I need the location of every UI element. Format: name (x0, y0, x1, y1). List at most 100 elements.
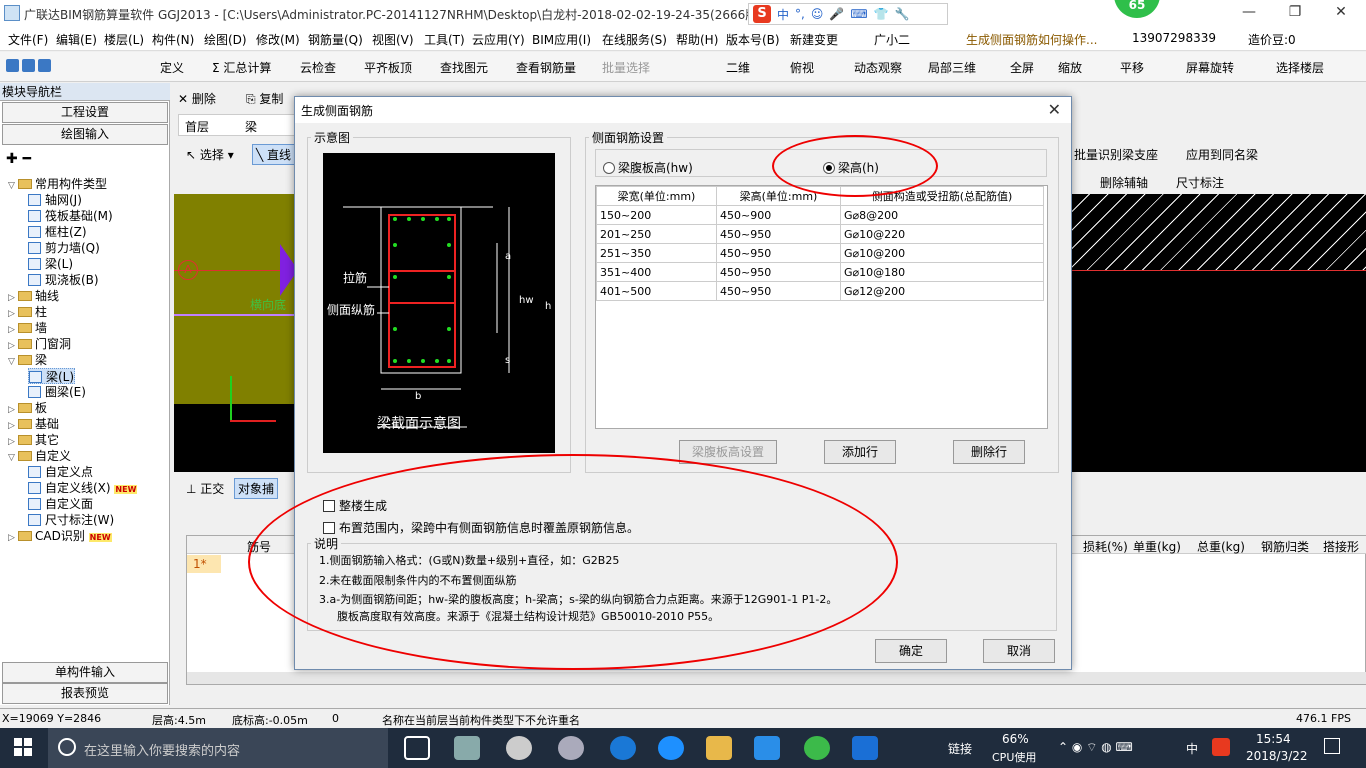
user-phone[interactable]: 13907298339 (1132, 31, 1216, 45)
cell-height[interactable]: 450~950 (716, 224, 841, 244)
cortana-icon[interactable] (58, 738, 76, 756)
table-row[interactable]: 201~250 450~950 G⌀10@220 (596, 224, 1044, 244)
tree-item[interactable]: 圈梁(E) (28, 384, 86, 400)
horizontal-scrollbar[interactable] (187, 672, 1366, 684)
cell-rebar[interactable]: G⌀10@200 (840, 243, 1044, 263)
menu-guangxiaoer[interactable]: 广小二 (874, 31, 910, 48)
tree-item[interactable]: 梁(L) (28, 368, 76, 384)
menu-rebar[interactable]: 钢筋量(Q) (308, 31, 363, 48)
cell-width[interactable]: 150~200 (596, 205, 717, 225)
fullscreen-button[interactable]: 全屏 (1010, 59, 1034, 76)
glodon-app-icon[interactable] (754, 736, 780, 760)
notification-badge[interactable]: 65 (1114, 0, 1160, 18)
browser-360-icon[interactable] (804, 736, 830, 760)
cell-width[interactable]: 201~250 (596, 224, 717, 244)
table-row[interactable]: 251~350 450~950 G⌀10@200 (596, 243, 1044, 263)
menu-component[interactable]: 构件(N) (152, 31, 194, 48)
summary-button[interactable]: Σ 汇总计算 (212, 59, 271, 76)
tree-item[interactable]: ▷ 墙 (8, 320, 47, 336)
define-button[interactable]: 定义 (160, 59, 184, 76)
select-floor-button[interactable]: 选择楼层 (1276, 59, 1324, 76)
ime-item[interactable]: 🔧 (895, 7, 910, 21)
tree-item[interactable]: 轴网(J) (28, 192, 82, 208)
menu-bim[interactable]: BIM应用(I) (532, 31, 591, 48)
menu-file[interactable]: 文件(F) (8, 31, 48, 48)
tree-expander-icon[interactable]: ▽ (8, 450, 18, 466)
report-preview-button[interactable]: 报表预览 (2, 683, 168, 704)
copy-button[interactable]: ⎘ 复制 (246, 90, 283, 107)
tree-item[interactable]: ▽ 梁 (8, 352, 47, 368)
dimension-button[interactable]: 尺寸标注 (1176, 174, 1224, 191)
local-3d-button[interactable]: 局部三维 (928, 59, 976, 76)
tree-item[interactable]: 剪力墙(Q) (28, 240, 100, 256)
ime-item[interactable]: 中 (777, 6, 789, 23)
tree-item[interactable]: 现浇板(B) (28, 272, 99, 288)
tree-item[interactable]: ▷ CAD识别 NEW (8, 528, 112, 544)
tree-item[interactable]: ▷ 轴线 (8, 288, 59, 304)
clock-time[interactable]: 15:54 (1256, 732, 1291, 746)
save-icon[interactable] (38, 59, 51, 72)
web-height-settings-button[interactable]: 梁腹板高设置 (679, 440, 777, 464)
ime-item[interactable]: 🎤 (829, 7, 844, 21)
menu-online[interactable]: 在线服务(S) (602, 31, 667, 48)
2d-dropdown[interactable]: 二维 (726, 59, 750, 76)
tree-item[interactable]: 梁(L) (28, 256, 73, 272)
help-link[interactable]: 生成侧面钢筋如何操作... (966, 31, 1097, 48)
menu-cloud[interactable]: 云应用(Y) (472, 31, 525, 48)
floor-selector[interactable]: 首层 梁 (178, 114, 308, 136)
edge-icon[interactable] (610, 736, 636, 760)
clock-date[interactable]: 2018/3/22 (1246, 749, 1308, 763)
tree-item[interactable]: 筏板基础(M) (28, 208, 113, 224)
ie-icon[interactable] (658, 736, 684, 760)
tree-item[interactable]: ▷ 板 (8, 400, 47, 416)
open-icon[interactable] (22, 59, 35, 72)
tree-expander-icon[interactable]: ▽ (8, 354, 18, 370)
batch-select-button[interactable]: 批量选择 (602, 59, 650, 76)
menu-edit[interactable]: 编辑(E) (56, 31, 97, 48)
add-row-button[interactable]: 添加行 (824, 440, 896, 464)
snap-toggle[interactable]: 对象捕 (234, 478, 279, 499)
table-row[interactable]: 401~500 450~950 G⌀12@200 (596, 281, 1044, 301)
delete-button[interactable]: ✕ 删除 (178, 90, 216, 107)
tree-item[interactable]: ▷ 基础 (8, 416, 59, 432)
notification-icon[interactable] (1324, 738, 1340, 754)
menu-view[interactable]: 视图(V) (372, 31, 414, 48)
tree-item[interactable]: 尺寸标注(W) (28, 512, 114, 528)
delete-row-button[interactable]: 删除行 (953, 440, 1025, 464)
cell-rebar[interactable]: G⌀10@180 (840, 262, 1044, 282)
edge-legacy-icon[interactable] (506, 736, 532, 760)
cell-rebar[interactable]: G⌀12@200 (840, 281, 1044, 301)
maximize-button[interactable]: ❐ (1272, 0, 1318, 27)
ime-item[interactable]: ⌨ (850, 7, 867, 21)
tree-expander-icon[interactable]: ▷ (8, 530, 18, 546)
menu-floor[interactable]: 楼层(L) (104, 31, 144, 48)
batch-identify-button[interactable]: 批量识别梁支座 (1074, 146, 1158, 163)
cell-height[interactable]: 450~950 (716, 281, 841, 301)
cell-width[interactable]: 401~500 (596, 281, 717, 301)
view-rebar-button[interactable]: 查看钢筋量 (516, 59, 576, 76)
dialog-close-icon[interactable]: ✕ (1048, 100, 1061, 119)
tree-item[interactable]: ▷ 门窗洞 (8, 336, 71, 352)
tree-item[interactable]: 框柱(Z) (28, 224, 87, 240)
close-button[interactable]: ✕ (1318, 0, 1364, 27)
menu-draw[interactable]: 绘图(D) (204, 31, 247, 48)
tree-item[interactable]: 自定义点 (28, 464, 93, 480)
ortho-toggle[interactable]: ⊥ 正交 (186, 480, 224, 497)
zoom-dropdown[interactable]: 缩放 (1058, 59, 1082, 76)
rotate-dropdown[interactable]: 屏幕旋转 (1186, 59, 1234, 76)
line-tool[interactable]: ╲ 直线 (252, 144, 296, 165)
ok-button[interactable]: 确定 (875, 639, 947, 663)
menu-help[interactable]: 帮助(H) (676, 31, 718, 48)
expand-collapse-icon[interactable]: ✚ ━ (6, 151, 31, 167)
fan-app-icon[interactable] (454, 736, 480, 760)
glodon-g-icon[interactable] (852, 736, 878, 760)
task-view-icon[interactable] (404, 736, 430, 760)
cancel-button[interactable]: 取消 (983, 639, 1055, 663)
sogou-tray-icon[interactable] (1212, 738, 1230, 756)
explorer-icon[interactable] (706, 736, 732, 760)
rebar-settings-table[interactable]: 梁宽(单位:mm) 梁高(单位:mm) 侧面构造或受扭筋(总配筋值) 150~2… (595, 185, 1048, 429)
cell-rebar[interactable]: G⌀10@220 (840, 224, 1044, 244)
tree-item[interactable]: ▽ 常用构件类型 (8, 176, 107, 192)
align-slab-button[interactable]: 平齐板顶 (364, 59, 412, 76)
ime-item[interactable]: °, (795, 7, 805, 21)
